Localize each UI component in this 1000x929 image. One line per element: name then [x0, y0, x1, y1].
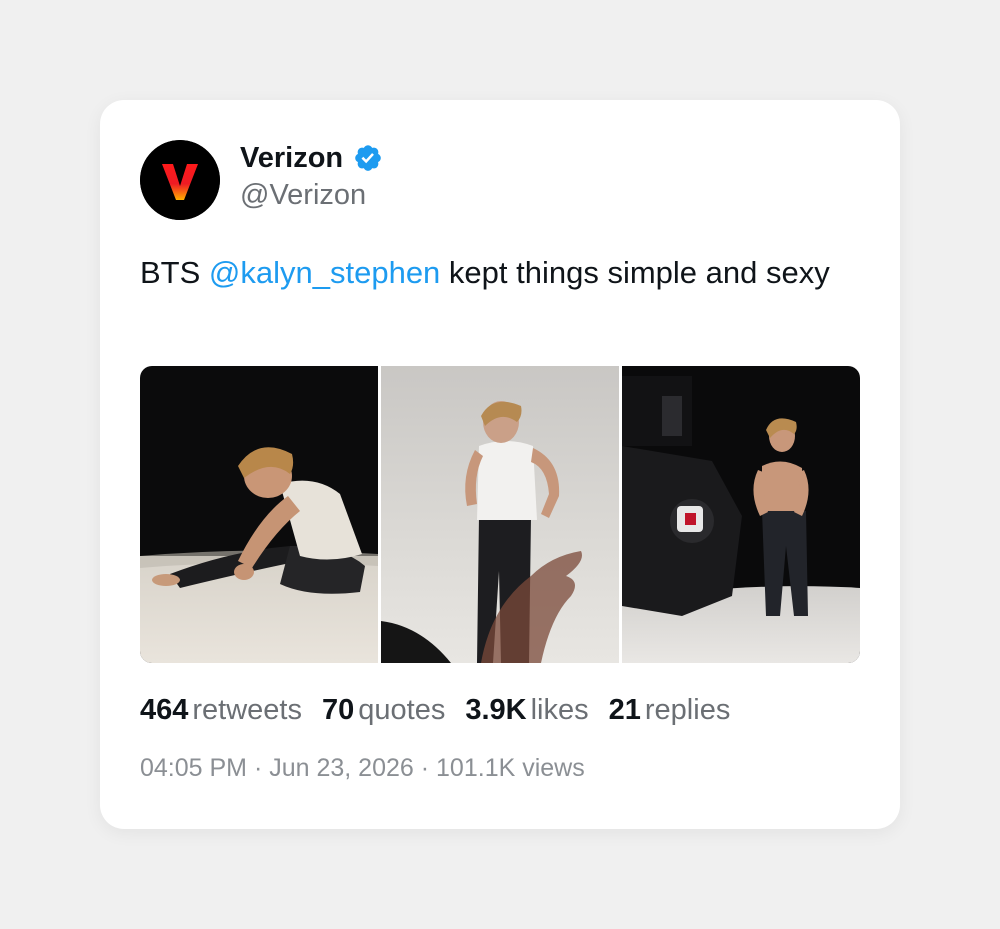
tweet-date[interactable]: Jun 23, 2026 — [269, 754, 414, 782]
author-name-row: Verizon — [240, 140, 383, 176]
mention-link[interactable]: @kalyn_stephen — [209, 255, 440, 290]
tweet-meta: 04:05 PM · Jun 23, 2026 · 101.1K views — [140, 754, 585, 783]
tweet-time[interactable]: 04:05 PM — [140, 754, 247, 782]
stat-likes[interactable]: 3.9K likes — [465, 694, 588, 727]
author-handle[interactable]: @Verizon — [240, 176, 383, 214]
stat-likes-value: 3.9K — [465, 694, 527, 726]
stat-replies-value: 21 — [608, 694, 641, 726]
tweet-header: Verizon @Verizon — [140, 140, 383, 220]
verified-badge-icon — [355, 145, 381, 171]
tweet-text-prefix: BTS — [140, 255, 209, 290]
stat-replies[interactable]: 21 replies — [609, 694, 731, 727]
tweet-card: Verizon @Verizon BTS @kalyn_stephen kept… — [100, 100, 900, 829]
tweet-views[interactable]: 101.1K views — [436, 754, 585, 782]
tweet-text: BTS @kalyn_stephen kept things simple an… — [140, 250, 860, 295]
verizon-logo-avatar[interactable] — [140, 140, 220, 220]
meta-separator-1: · — [247, 754, 270, 782]
stat-retweets-value: 464 — [140, 694, 189, 726]
media-photo-2[interactable] — [381, 366, 619, 663]
stat-replies-label: replies — [644, 694, 731, 726]
tweet-stats: 464 retweets 70 quotes 3.9K likes 21 replies — [140, 694, 750, 727]
stat-retweets-label: retweets — [192, 694, 302, 726]
stat-quotes-value: 70 — [322, 694, 355, 726]
stat-likes-label: likes — [530, 694, 589, 726]
stat-retweets[interactable]: 464 retweets — [140, 694, 302, 727]
media-photo-1[interactable] — [140, 366, 378, 663]
meta-separator-2: · — [413, 754, 437, 782]
tweet-text-suffix: kept things simple and sexy — [440, 255, 830, 290]
author-names: Verizon @Verizon — [240, 140, 383, 214]
stat-quotes[interactable]: 70 quotes — [322, 694, 445, 727]
media-grid — [140, 366, 860, 663]
author-display-name[interactable]: Verizon — [240, 140, 343, 176]
media-photo-3[interactable] — [622, 366, 860, 663]
stat-quotes-label: quotes — [358, 694, 446, 726]
